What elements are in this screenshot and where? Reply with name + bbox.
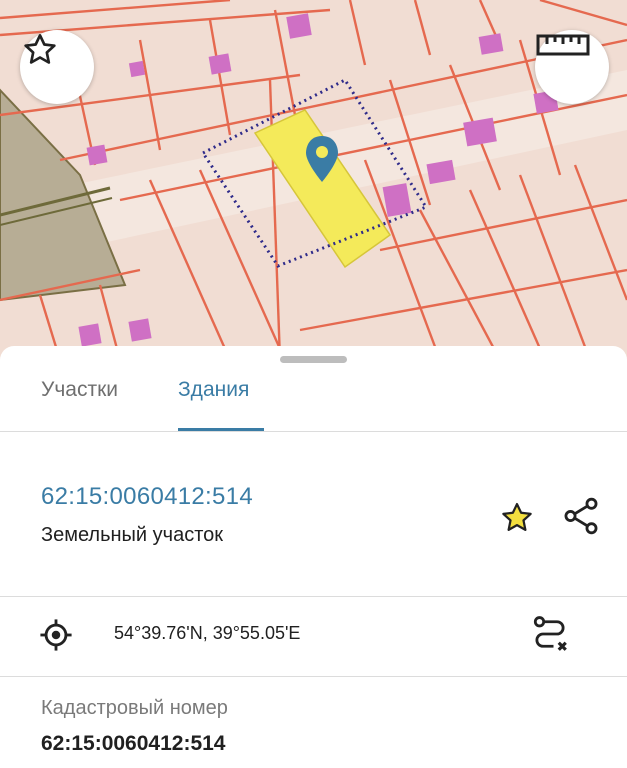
- sheet-drag-handle[interactable]: [280, 356, 347, 363]
- coordinates-text[interactable]: 54°39.76'N, 39°55.05'E: [114, 623, 300, 644]
- ruler-icon: [536, 34, 590, 56]
- star-filled-icon: [502, 502, 532, 531]
- map-favorite-button[interactable]: [20, 30, 94, 104]
- map-view[interactable]: [0, 0, 627, 360]
- bottom-sheet: Участки Здания 62:15:0060412:514 Земельн…: [0, 346, 627, 768]
- favorite-button[interactable]: [496, 497, 538, 539]
- divider: [0, 596, 627, 597]
- tab-parcels[interactable]: Участки: [41, 378, 118, 402]
- tab-buildings[interactable]: Здания: [178, 378, 249, 402]
- active-tab-indicator: [178, 428, 264, 431]
- parcel-type-label: Земельный участок: [41, 524, 224, 546]
- star-outline-icon: [24, 34, 56, 64]
- locate-button[interactable]: [38, 617, 74, 653]
- route-icon: [533, 616, 567, 651]
- divider: [0, 676, 627, 677]
- tab-bar: Участки Здания: [0, 364, 627, 432]
- share-icon: [564, 497, 598, 535]
- cadastral-number-value: 62:15:0060412:514: [41, 732, 226, 755]
- route-button[interactable]: [528, 612, 572, 656]
- cadastral-map[interactable]: [0, 0, 627, 360]
- locate-icon: [40, 619, 72, 651]
- cadastral-number-title[interactable]: 62:15:0060412:514: [41, 483, 253, 511]
- share-button[interactable]: [558, 493, 604, 539]
- cadastral-number-label: Кадастровый номер: [41, 697, 228, 719]
- ruler-button[interactable]: [535, 30, 609, 104]
